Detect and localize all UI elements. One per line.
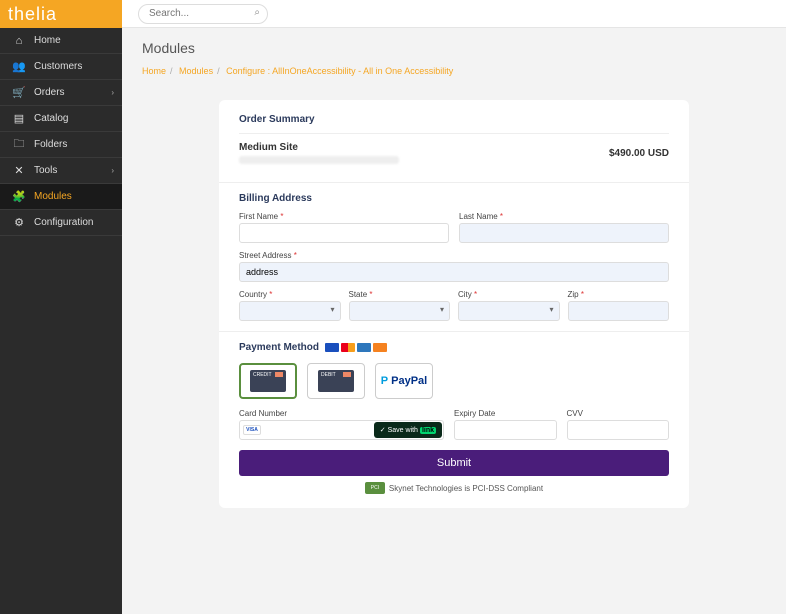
- first-name-input[interactable]: [239, 223, 449, 243]
- breadcrumb-current: Configure : AllInOneAccessibility - All …: [226, 66, 453, 76]
- users-icon: 👥: [10, 60, 28, 73]
- sidebar-item-label: Catalog: [34, 113, 68, 124]
- chevron-right-icon: ›: [111, 166, 114, 175]
- order-summary-title: Order Summary: [239, 114, 669, 125]
- save-with-link-button[interactable]: ✓ Save with link: [374, 422, 442, 438]
- sidebar-item-label: Modules: [34, 191, 72, 202]
- city-select[interactable]: [458, 301, 560, 321]
- cvv-input[interactable]: [567, 420, 670, 440]
- cart-icon: 🛒: [10, 86, 28, 99]
- credit-card-option[interactable]: [239, 363, 297, 399]
- street-input[interactable]: [239, 262, 669, 282]
- zip-label: Zip: [568, 290, 670, 299]
- sidebar: ⌂ Home 👥 Customers 🛒 Orders › ▤ Catalog 🗀 Fold…: [0, 28, 122, 614]
- pci-footer: PCI Skynet Technologies is PCI-DSS Compl…: [239, 482, 669, 494]
- order-row: Medium Site $490.00 USD: [239, 133, 669, 172]
- search-wrap: ⌕: [122, 0, 786, 27]
- sidebar-item-customers[interactable]: 👥 Customers: [0, 54, 122, 80]
- submit-button[interactable]: Submit: [239, 450, 669, 476]
- sidebar-item-folders[interactable]: 🗀 Folders: [0, 132, 122, 158]
- sidebar-item-label: Home: [34, 35, 61, 46]
- zip-input[interactable]: [568, 301, 670, 321]
- checkout-card: Order Summary Medium Site $490.00 USD Bi…: [219, 100, 689, 508]
- pci-text: Skynet Technologies is PCI-DSS Compliant: [389, 484, 543, 493]
- sidebar-item-label: Tools: [34, 165, 57, 176]
- layout: ⌂ Home 👥 Customers 🛒 Orders › ▤ Catalog 🗀 Fold…: [0, 28, 786, 614]
- expiry-label: Expiry Date: [454, 409, 557, 418]
- card-number-label: Card Number: [239, 409, 444, 418]
- top-bar: thelia ⌕: [0, 0, 786, 28]
- cvv-label: CVV: [567, 409, 670, 418]
- paypal-option[interactable]: P PayPal: [375, 363, 433, 399]
- order-price: $490.00 USD: [609, 148, 669, 159]
- sidebar-item-home[interactable]: ⌂ Home: [0, 28, 122, 54]
- state-select[interactable]: [349, 301, 451, 321]
- gear-icon: ⚙: [10, 216, 28, 229]
- card-brand-badge: VISA: [243, 425, 261, 435]
- sidebar-item-tools[interactable]: ✕ Tools ›: [0, 158, 122, 184]
- breadcrumb: Home/ Modules/ Configure : AllInOneAcces…: [142, 66, 766, 76]
- expiry-input[interactable]: [454, 420, 557, 440]
- page-title: Modules: [142, 40, 766, 56]
- credit-card-icon: [250, 370, 286, 392]
- chevron-right-icon: ›: [111, 88, 114, 97]
- street-label: Street Address: [239, 251, 669, 260]
- sidebar-item-orders[interactable]: 🛒 Orders ›: [0, 80, 122, 106]
- visa-icon: [325, 343, 339, 352]
- modules-icon: 🧩: [10, 190, 28, 203]
- search-input[interactable]: [138, 4, 268, 24]
- sidebar-item-configuration[interactable]: ⚙ Configuration: [0, 210, 122, 236]
- last-name-label: Last Name: [459, 212, 669, 221]
- sidebar-item-label: Configuration: [34, 217, 93, 228]
- payment-title: Payment Method: [239, 342, 319, 353]
- pci-badge-icon: PCI: [365, 482, 385, 494]
- billing-title: Billing Address: [239, 193, 669, 204]
- debit-card-icon: [318, 370, 354, 392]
- first-name-label: First Name: [239, 212, 449, 221]
- breadcrumb-home[interactable]: Home: [142, 66, 166, 76]
- order-name: Medium Site: [239, 142, 399, 153]
- payment-options: P PayPal: [239, 363, 669, 399]
- search-box: ⌕: [138, 4, 268, 24]
- debit-card-option[interactable]: [307, 363, 365, 399]
- order-detail-blur: [239, 156, 399, 164]
- last-name-input[interactable]: [459, 223, 669, 243]
- sidebar-item-catalog[interactable]: ▤ Catalog: [0, 106, 122, 132]
- country-label: Country: [239, 290, 341, 299]
- city-label: City: [458, 290, 560, 299]
- search-icon[interactable]: ⌕: [254, 7, 260, 18]
- sidebar-item-modules[interactable]: 🧩 Modules: [0, 184, 122, 210]
- logo: thelia: [0, 0, 122, 28]
- state-label: State: [349, 290, 451, 299]
- card-brand-icons: [325, 343, 387, 352]
- amex-icon: [357, 343, 371, 352]
- home-icon: ⌂: [10, 35, 28, 47]
- mastercard-icon: [341, 343, 355, 352]
- country-select[interactable]: [239, 301, 341, 321]
- divider: [219, 182, 689, 183]
- sidebar-item-label: Customers: [34, 61, 82, 72]
- divider: [219, 331, 689, 332]
- sidebar-item-label: Folders: [34, 139, 67, 150]
- tools-icon: ✕: [10, 164, 28, 177]
- breadcrumb-modules[interactable]: Modules: [179, 66, 213, 76]
- folder-icon: 🗀: [10, 135, 28, 154]
- paypal-icon: P PayPal: [381, 375, 427, 387]
- discover-icon: [373, 343, 387, 352]
- sidebar-item-label: Orders: [34, 87, 65, 98]
- main-content: Modules Home/ Modules/ Configure : AllIn…: [122, 28, 786, 614]
- catalog-icon: ▤: [10, 112, 28, 125]
